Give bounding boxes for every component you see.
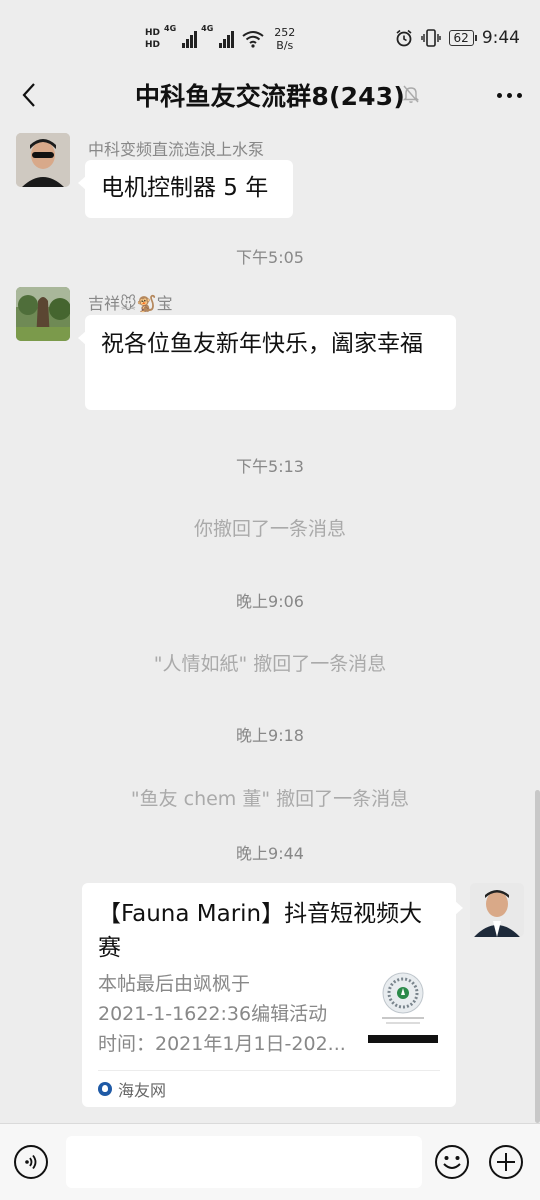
voice-button[interactable] xyxy=(14,1145,48,1179)
battery-icon: 62 xyxy=(448,30,478,46)
scrollbar[interactable] xyxy=(535,790,540,1123)
link-card[interactable]: 【Fauna Marin】抖音短视频大赛 本帖最后由飒枫于 2021-1-162… xyxy=(82,883,463,1107)
more-icon xyxy=(496,92,522,98)
link-card-source: 海友网 xyxy=(98,1077,166,1101)
voice-icon xyxy=(25,1154,37,1170)
chat-header: 中科鱼友交流群8(243) xyxy=(0,72,540,118)
sender-name: 中科变频直流造浪上水泵 xyxy=(88,140,265,159)
hd-badges: HD HD xyxy=(145,27,160,51)
wifi-icon xyxy=(242,31,264,48)
vibrate-icon xyxy=(420,29,441,47)
message-list[interactable]: 中科变频直流造浪上水泵 电机控制器 5 年 下午5:05 吉祥🐭🐒宝 祝各位鱼友… xyxy=(0,118,540,1123)
timestamp: 晚上9:44 xyxy=(236,844,304,863)
landscape-avatar-icon xyxy=(16,287,70,341)
signal-icon xyxy=(182,30,198,48)
signal-icon xyxy=(219,30,235,48)
hd-badge-1: HD xyxy=(145,28,161,38)
my-avatar[interactable] xyxy=(470,883,524,937)
link-card-title: 【Fauna Marin】抖音短视频大赛 xyxy=(98,901,423,961)
avatar[interactable] xyxy=(16,287,70,341)
mute-bell-icon xyxy=(402,85,420,103)
qr-code-thumbnail-icon xyxy=(368,969,438,1043)
plus-icon xyxy=(489,1145,523,1179)
net-speed-unit: B/s xyxy=(276,39,294,52)
message-input[interactable] xyxy=(66,1136,422,1188)
link-card-source-name: 海友网 xyxy=(118,1081,167,1100)
alarm-icon xyxy=(396,29,412,47)
recall-notice: "鱼友 chem 董" 撤回了一条消息 xyxy=(130,788,410,810)
link-card-desc-line: 2021-1-1622:36编辑活动 xyxy=(98,1003,328,1025)
network-indicators: HD HD 4G 4G 252 B/s xyxy=(145,24,295,54)
hd-badge-2: HD xyxy=(145,40,161,50)
link-card-desc-line: 本帖最后由飒枫于 xyxy=(98,973,251,995)
person-avatar-icon xyxy=(16,133,70,187)
sender-name: 吉祥🐭🐒宝 xyxy=(88,294,173,313)
message-bubble[interactable]: 祝各位鱼友新年快乐，阖家幸福 xyxy=(78,315,456,410)
link-card-thumbnail xyxy=(368,969,438,1043)
timestamp: 下午5:05 xyxy=(236,248,304,267)
net-speed-value: 252 xyxy=(274,26,296,39)
link-card-desc-line: 时间：2021年1月1日-202... xyxy=(98,1033,346,1055)
status-bar: HD HD 4G 4G 252 B/s 62 9:44 xyxy=(0,0,540,72)
avatar[interactable] xyxy=(16,133,70,187)
input-bar xyxy=(0,1123,540,1200)
recall-notice: "人情如紙" 撤回了一条消息 xyxy=(153,653,387,675)
divider xyxy=(98,1070,440,1071)
chat-title: 中科鱼友交流群8(243) xyxy=(134,82,406,111)
title-wrap: 中科鱼友交流群8(243) xyxy=(0,77,540,113)
timestamp: 晚上9:06 xyxy=(236,592,304,611)
emoji-button[interactable] xyxy=(434,1144,470,1180)
clock: 9:44 xyxy=(481,28,520,48)
timestamp: 下午5:13 xyxy=(236,457,304,476)
emoji-icon xyxy=(435,1145,469,1179)
more-functions-button[interactable] xyxy=(488,1144,524,1180)
message-bubble[interactable]: 电机控制器 5 年 xyxy=(78,160,293,218)
system-indicators: 62 9:44 xyxy=(395,28,520,48)
more-button[interactable] xyxy=(492,80,526,110)
person-avatar-icon xyxy=(470,883,524,937)
timestamp: 晚上9:18 xyxy=(236,726,304,745)
network-type-2: 4G xyxy=(201,24,214,33)
link-card-description: 本帖最后由飒枫于 2021-1-1622:36编辑活动 时间：2021年1月1日… xyxy=(98,969,360,1059)
source-logo-icon xyxy=(98,1082,112,1096)
network-type-1: 4G xyxy=(164,24,177,33)
net-speed: 252 B/s xyxy=(274,26,295,52)
recall-notice: 你撤回了一条消息 xyxy=(193,518,346,540)
